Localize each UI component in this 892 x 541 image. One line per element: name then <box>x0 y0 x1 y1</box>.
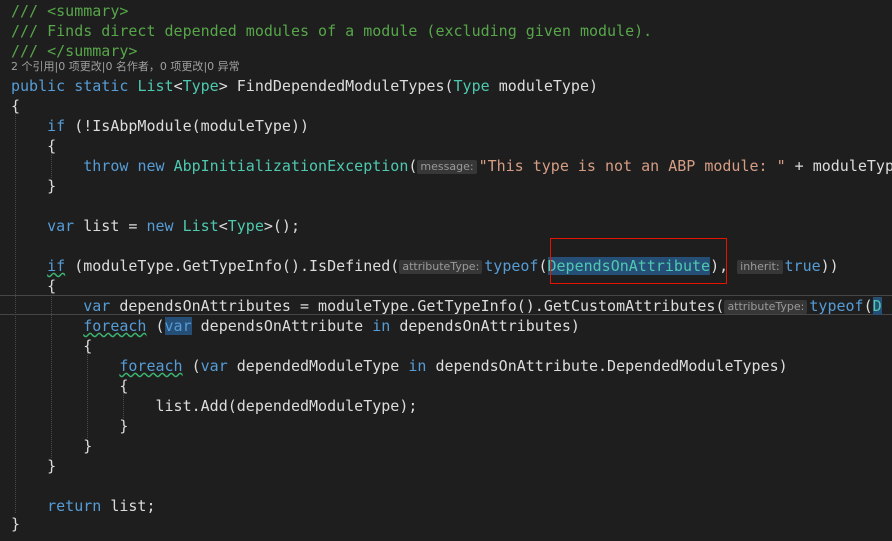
code-line[interactable]: throw new AbpInitializationException(mes… <box>11 156 892 176</box>
doc-comment-text: /// Finds direct depended modules of a m… <box>11 22 653 40</box>
parameter-hint: message: <box>417 160 477 174</box>
code-line[interactable]: foreach (var dependedModuleType in depen… <box>11 356 787 376</box>
code-line[interactable]: { <box>11 276 56 296</box>
annotation-highlight-box <box>550 238 727 284</box>
codelens-authors[interactable]: 0 名作者，0 项更改 <box>105 60 203 73</box>
code-line[interactable]: { <box>11 376 128 396</box>
parameter-hint: attributeType: <box>399 260 483 274</box>
code-line[interactable]: } <box>11 176 56 196</box>
method-signature[interactable]: public static List<Type> FindDependedMod… <box>11 76 598 96</box>
codelens: 2 个引用|0 项更改|0 名作者，0 项更改|0 异常 <box>11 60 240 73</box>
code-line[interactable]: foreach (var dependsOnAttribute in depen… <box>11 316 580 336</box>
code-line[interactable]: } <box>11 514 20 534</box>
code-line[interactable]: return list; <box>11 496 155 516</box>
code-line[interactable]: var list = new List<Type>(); <box>11 216 300 236</box>
doc-comment-close: /// </summary> <box>11 42 138 60</box>
code-line[interactable]: if (!IsAbpModule(moduleType)) <box>11 116 309 136</box>
method-name: FindDependedModuleTypes <box>236 77 445 95</box>
code-line[interactable]: } <box>11 416 128 436</box>
code-line[interactable]: var dependsOnAttributes = moduleType.Get… <box>11 296 882 316</box>
code-line[interactable]: } <box>11 456 56 476</box>
codelens-exceptions[interactable]: 0 异常 <box>207 60 240 73</box>
code-line[interactable]: } <box>11 436 92 456</box>
parameter-hint: inherit: <box>737 260 783 274</box>
codelens-changes[interactable]: 0 项更改 <box>58 60 102 73</box>
codelens-references[interactable]: 2 个引用 <box>11 60 55 73</box>
code-line[interactable]: list.Add(dependedModuleType); <box>11 396 418 416</box>
code-line[interactable]: { <box>11 136 56 156</box>
parameter-hint: attributeType: <box>724 300 808 314</box>
doc-comment-open: /// <summary> <box>11 2 129 20</box>
code-line[interactable]: { <box>11 96 20 116</box>
code-line[interactable]: { <box>11 336 92 356</box>
